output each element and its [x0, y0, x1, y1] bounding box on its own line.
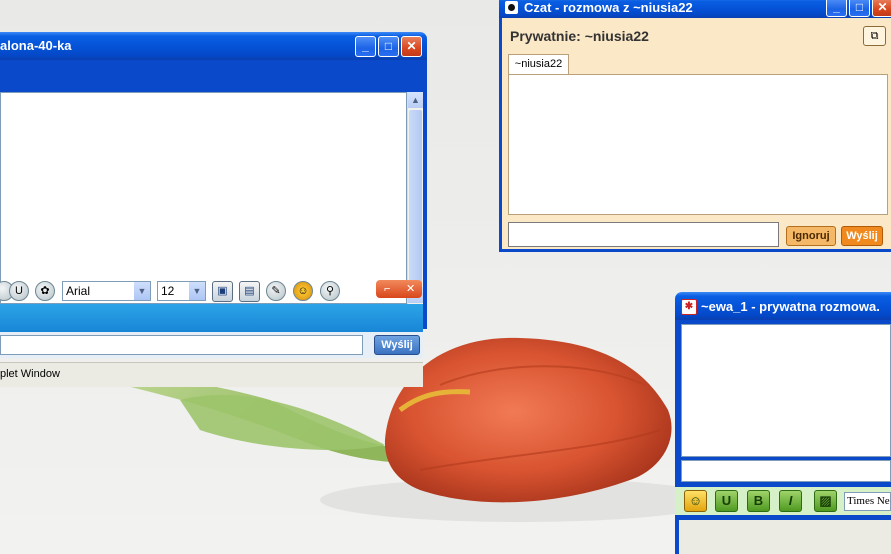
- chevron-down-icon: ▼: [189, 282, 205, 300]
- send-button[interactable]: Wyślij: [841, 226, 883, 246]
- ignore-button[interactable]: Ignoruj: [786, 226, 836, 246]
- font-family-select[interactable]: Arial ▼: [62, 281, 151, 301]
- minimize-icon[interactable]: _: [826, 0, 847, 17]
- close-icon[interactable]: ✕: [401, 36, 422, 57]
- window-title: ~ewa_1 - prywatna rozmowa.: [701, 299, 880, 314]
- private-heading: Prywatnie: ~niusia22: [510, 28, 649, 44]
- emoticon-icon[interactable]: ☺: [684, 490, 707, 512]
- font-size-select[interactable]: 12 ▼: [157, 281, 206, 301]
- window-titlebar[interactable]: alona-40-ka _ □ ✕: [0, 32, 427, 60]
- close-icon[interactable]: ✕: [406, 280, 415, 298]
- status-text: plet Window: [0, 368, 60, 380]
- maximize-icon[interactable]: □: [849, 0, 870, 17]
- window-frame: ▲ ▼ U ✿ Arial ▼ 12 ▼ ▣ ▤ ✎ ☺ ⚲ ⌐ ✕ Wyśli…: [0, 60, 427, 387]
- search-icon[interactable]: ⚲: [320, 281, 340, 301]
- color-palette-icon[interactable]: ✿: [35, 281, 55, 301]
- status-bar: [679, 520, 891, 554]
- window-title: Czat - rozmowa z ~niusia22: [524, 0, 693, 15]
- app-icon: ✱: [681, 299, 697, 315]
- window-titlebar[interactable]: ✱ ~ewa_1 - prywatna rozmowa.: [675, 292, 891, 320]
- window-frame: ☺ U B I ▨ Times Ne: [675, 320, 891, 554]
- chat-messages-area[interactable]: [0, 92, 407, 304]
- vertical-scrollbar[interactable]: ▲ ▼: [407, 92, 423, 304]
- scroll-up-icon[interactable]: ▲: [408, 92, 423, 108]
- message-input[interactable]: [681, 460, 891, 482]
- status-bar: plet Window: [0, 362, 423, 387]
- popout-icon[interactable]: ⧉: [863, 26, 886, 46]
- chevron-down-icon: ▼: [134, 282, 150, 300]
- bold-button[interactable]: B: [747, 490, 770, 512]
- message-input[interactable]: [0, 335, 363, 355]
- chat-messages-area[interactable]: [508, 74, 888, 215]
- chat-window-left: alona-40-ka _ □ ✕ ▲ ▼ U ✿ Arial ▼ 12 ▼ ▣…: [0, 32, 427, 387]
- tab-niusia22[interactable]: ~niusia22: [508, 54, 569, 74]
- send-button[interactable]: Wyślij: [374, 335, 420, 355]
- font-size-value: 12: [161, 284, 175, 298]
- underline-icon[interactable]: U: [9, 281, 29, 301]
- italic-button[interactable]: I: [779, 490, 802, 512]
- window-titlebar[interactable]: Czat - rozmowa z ~niusia22 _ □ ✕: [499, 0, 891, 18]
- chat-messages-area[interactable]: [681, 324, 891, 457]
- font-family-select[interactable]: Times Ne: [844, 492, 891, 511]
- save-icon[interactable]: ▤: [239, 281, 260, 302]
- pencil-icon[interactable]: ✎: [266, 281, 286, 301]
- smiley-icon[interactable]: ☺: [293, 281, 313, 301]
- message-input[interactable]: [508, 222, 779, 247]
- restore-icon[interactable]: ⌐: [384, 280, 390, 298]
- format-toolbar: [0, 304, 423, 332]
- window-title: alona-40-ka: [0, 38, 72, 53]
- maximize-icon[interactable]: □: [378, 36, 399, 57]
- message-input-row: Wyślij: [0, 332, 423, 358]
- czat-panel: Prywatnie: ~niusia22 ⧉ ~niusia22 Ignoruj…: [499, 18, 891, 252]
- font-family-value: Arial: [66, 284, 91, 298]
- underline-button[interactable]: U: [715, 490, 738, 512]
- app-icon: [505, 1, 518, 14]
- minimize-icon[interactable]: _: [355, 36, 376, 57]
- chat-window-czat: Czat - rozmowa z ~niusia22 _ □ ✕ Prywatn…: [499, 0, 891, 256]
- chat-window-ewa: ✱ ~ewa_1 - prywatna rozmowa. ☺ U B I ▨ T…: [675, 292, 891, 554]
- image-icon[interactable]: ▨: [814, 490, 837, 512]
- close-icon[interactable]: ✕: [872, 0, 891, 17]
- window-icon[interactable]: ▣: [212, 281, 233, 302]
- scrollbar-thumb[interactable]: [409, 110, 422, 286]
- detach-close-badge: ⌐ ✕: [376, 280, 422, 298]
